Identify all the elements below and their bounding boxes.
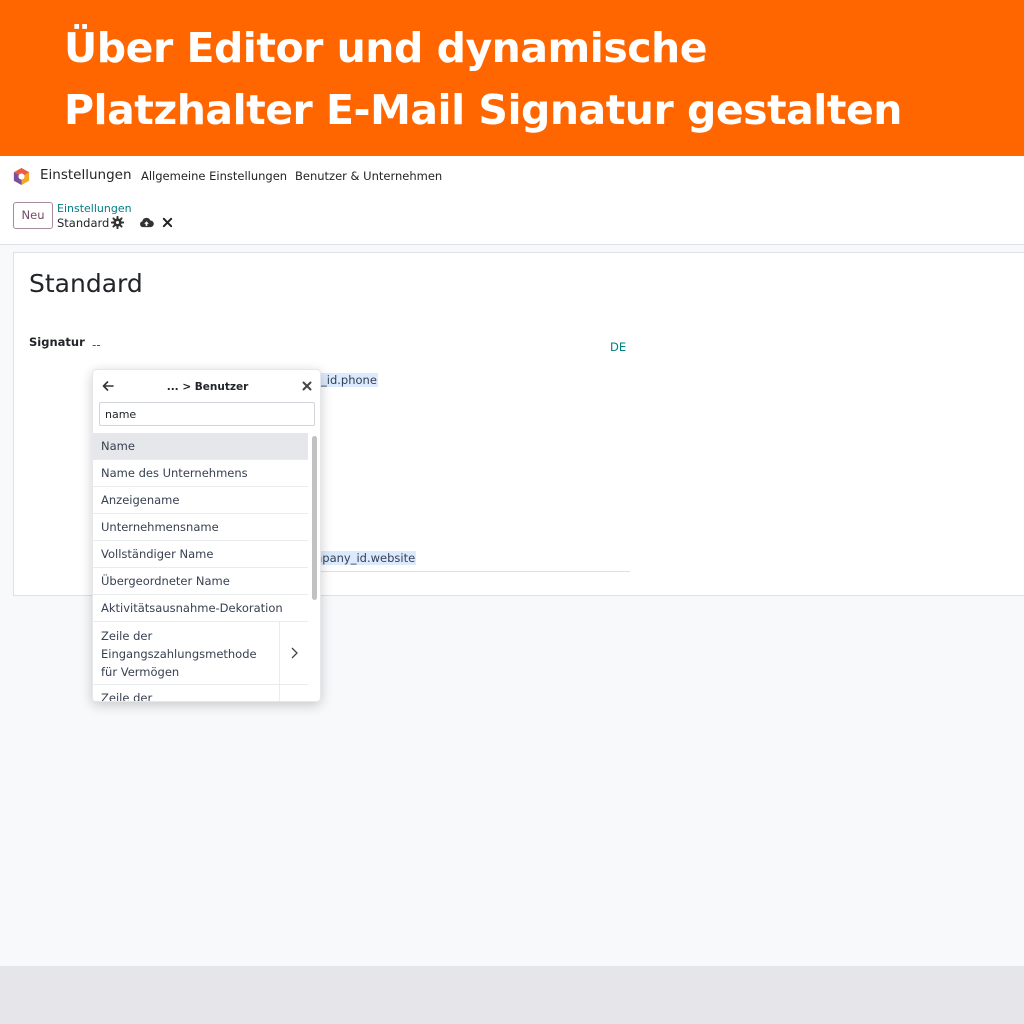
breadcrumb-current: Standard: [57, 216, 110, 230]
menu-users-companies[interactable]: Benutzer & Unternehmen: [295, 169, 442, 183]
field-underline: [314, 571, 630, 572]
field-search-input[interactable]: [99, 402, 315, 426]
scrollbar-thumb[interactable]: [312, 436, 317, 600]
new-button[interactable]: Neu: [13, 202, 53, 229]
field-list: Name Name des Unternehmens Anzeigename U…: [93, 433, 308, 702]
signature-field-label: Signatur: [29, 335, 85, 349]
language-button[interactable]: DE: [610, 340, 626, 354]
banner-title-line-2: Platzhalter E-Mail Signatur gestalten: [64, 86, 902, 134]
field-item-activity-exception-decoration[interactable]: Aktivitätsausnahme-Dekoration: [93, 595, 308, 622]
field-selector-popover: ... > Benutzer Name Name des Unternehmen…: [92, 369, 321, 702]
gear-icon[interactable]: [111, 216, 124, 229]
field-item-complete-name[interactable]: Vollständiger Name: [93, 541, 308, 568]
field-item-company-name[interactable]: Name des Unternehmens: [93, 460, 308, 487]
app-logo-icon[interactable]: [12, 167, 31, 186]
placeholder-phone-text[interactable]: _id.phone: [320, 373, 378, 387]
app-name[interactable]: Einstellungen: [40, 167, 132, 183]
close-icon[interactable]: [301, 380, 313, 392]
cloud-upload-icon[interactable]: [139, 216, 154, 229]
top-navbar: Einstellungen Allgemeine Einstellungen B…: [0, 156, 1024, 196]
breadcrumb-parent-link[interactable]: Einstellungen: [57, 202, 132, 215]
field-item-label: Zeile der: [101, 691, 153, 702]
popover-title: ... > Benutzer: [166, 381, 249, 393]
expand-relation-button[interactable]: [279, 622, 308, 684]
field-item-name[interactable]: Name: [93, 433, 308, 460]
expand-relation-button[interactable]: [279, 685, 308, 701]
placeholder-website-text[interactable]: npany_id.website: [314, 551, 417, 565]
field-item-payment-method-line[interactable]: Zeile der Eingangszahlungsmethode für Ve…: [93, 622, 308, 685]
chevron-right-icon: [291, 647, 298, 659]
field-item-commercial-company-name[interactable]: Unternehmensname: [93, 514, 308, 541]
banner-title-line-1: Über Editor und dynamische: [64, 24, 708, 72]
close-icon[interactable]: [162, 217, 173, 228]
title-banner: Über Editor und dynamische Platzhalter E…: [0, 0, 1024, 156]
signature-editor-text[interactable]: --: [92, 338, 101, 352]
field-item-parent-name[interactable]: Übergeordneter Name: [93, 568, 308, 595]
field-item-label: Zeile der Eingangszahlungsmethode für Ve…: [101, 629, 257, 679]
bottom-strip: [0, 966, 1024, 1024]
field-item-display-name[interactable]: Anzeigename: [93, 487, 308, 514]
control-panel: Neu Einstellungen Standard: [0, 196, 1024, 245]
menu-general-settings[interactable]: Allgemeine Einstellungen: [141, 169, 287, 183]
field-item-line-partial[interactable]: Zeile der: [93, 685, 308, 702]
record-title: Standard: [29, 269, 143, 298]
